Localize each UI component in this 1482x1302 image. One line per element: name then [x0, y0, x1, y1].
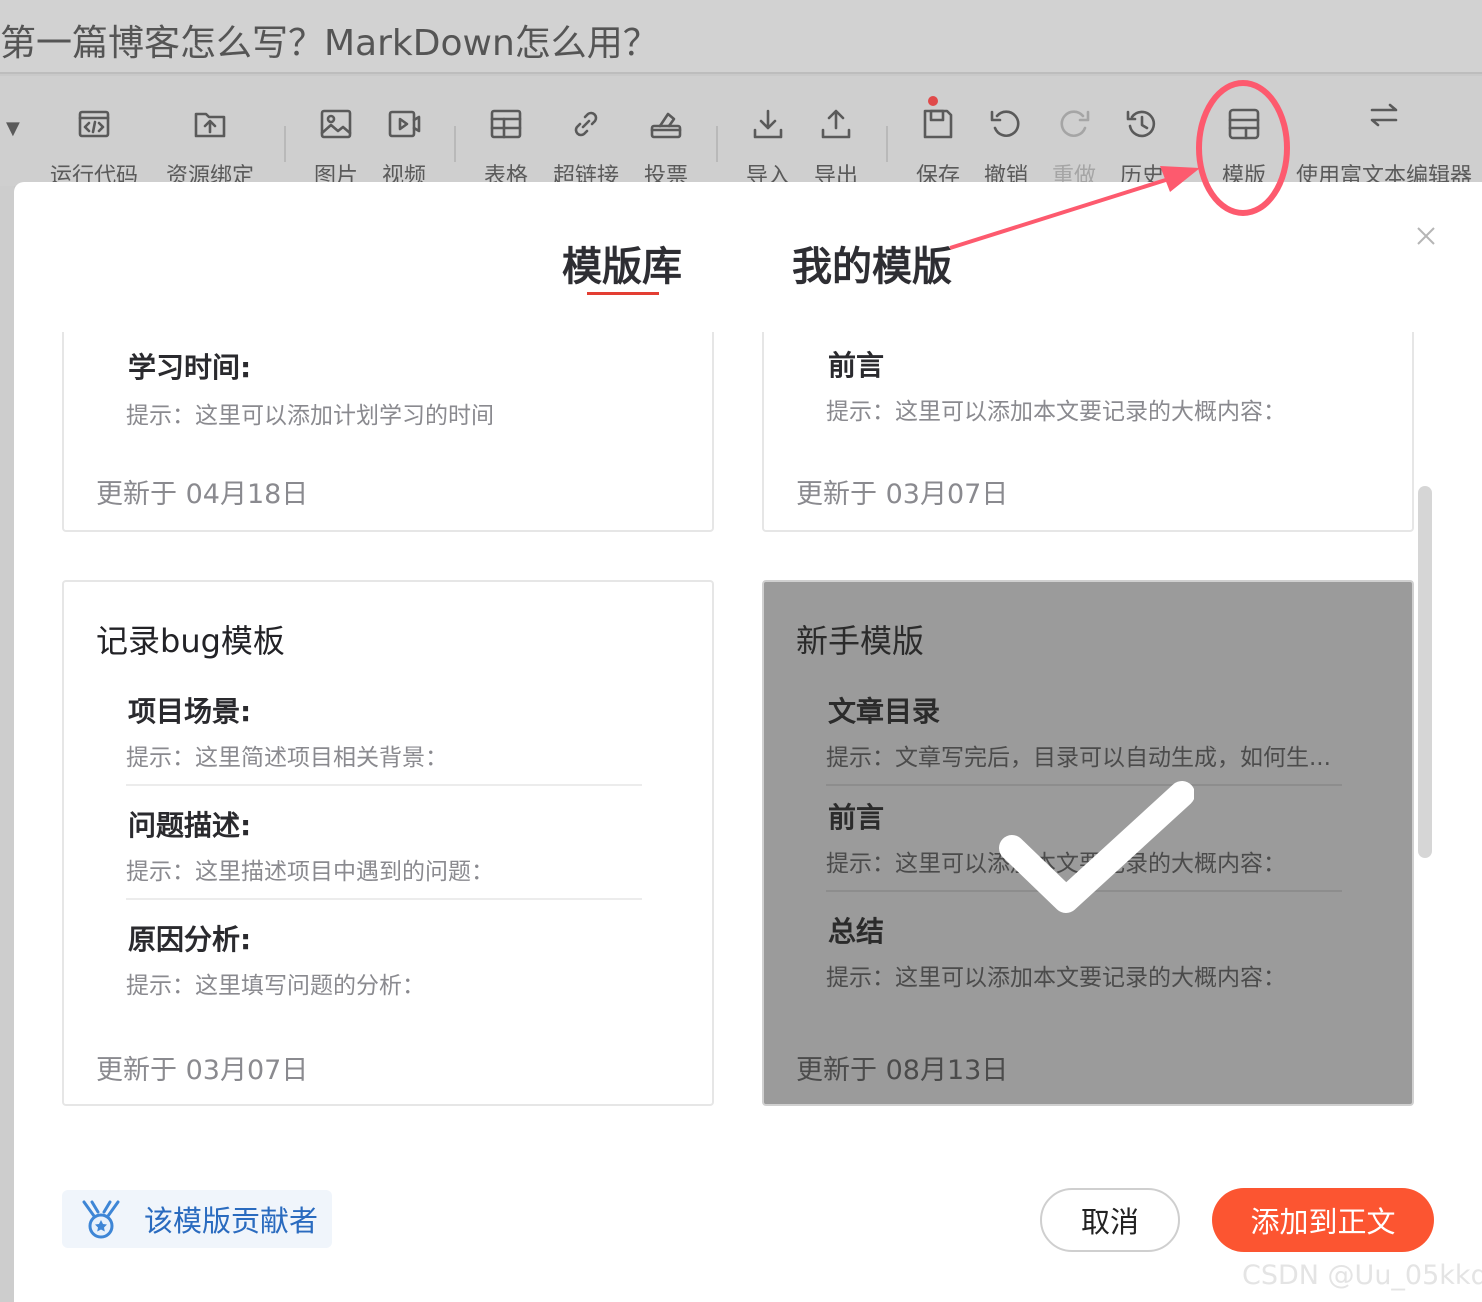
save-icon: [918, 96, 958, 144]
medal-icon: [82, 1200, 120, 1239]
video-icon: [384, 104, 424, 144]
vote-icon: [646, 104, 686, 144]
document-title[interactable]: 第一篇博客怎么写？MarkDown怎么用？: [0, 14, 659, 66]
section-heading: 问题描述:: [128, 809, 252, 842]
section-hint: 提示：这里可以添加本文要记录的大概内容：: [826, 399, 1286, 425]
toolbar-template[interactable]: 模版: [1194, 104, 1294, 190]
section-hint: 提示：这里描述项目中遇到的问题：: [126, 859, 494, 885]
card-updated-date: 更新于 04月18日: [96, 479, 309, 510]
section-divider: [126, 898, 642, 900]
template-card[interactable]: 前言 提示：这里可以添加本文要记录的大概内容： 更新于 03月07日: [762, 332, 1414, 532]
chevron-down-icon[interactable]: ▼: [6, 118, 20, 139]
section-heading: 原因分析:: [128, 923, 252, 956]
contributor-button[interactable]: 该模版贡献者: [62, 1190, 332, 1248]
checkmark-icon: [999, 781, 1194, 913]
card-updated-date: 更新于 03月07日: [96, 1055, 309, 1086]
section-hint: 提示：文章写完后，目录可以自动生成，如何生...: [826, 745, 1331, 771]
template-card[interactable]: 记录bug模板 项目场景: 提示：这里简述项目相关背景： 问题描述: 提示：这里…: [62, 580, 714, 1106]
section-heading: 文章目录: [828, 695, 941, 728]
scrollbar-thumb[interactable]: [1418, 486, 1432, 858]
switch-icon: [1364, 96, 1404, 136]
card-title: 新手模版: [796, 622, 925, 660]
image-icon: [316, 104, 356, 144]
undo-icon: [986, 104, 1026, 144]
template-card-selected[interactable]: 新手模版 文章目录 提示：文章写完后，目录可以自动生成，如何生... 前言 提示…: [762, 580, 1414, 1106]
section-divider: [126, 784, 642, 786]
section-heading: 总结: [828, 915, 885, 948]
active-tab-indicator: [587, 292, 659, 295]
toolbar-video[interactable]: 视频: [354, 104, 454, 190]
cancel-button[interactable]: 取消: [1040, 1188, 1180, 1252]
card-updated-date: 更新于 08月13日: [796, 1055, 1009, 1086]
toolbar-export[interactable]: 导出: [786, 104, 886, 190]
link-icon: [566, 104, 606, 144]
card-updated-date: 更新于 03月07日: [796, 479, 1009, 510]
toolbar-history[interactable]: 历史: [1092, 104, 1192, 190]
template-modal: 模版库 我的模版 学习时间: 提示：这里可以添加计划学习的时间 更新于 04月1…: [14, 182, 1482, 1302]
code-window-icon: [74, 104, 114, 144]
folder-upload-icon: [190, 104, 230, 144]
section-heading: 项目场景:: [128, 695, 252, 728]
toolbar-run-code[interactable]: 运行代码: [44, 104, 144, 190]
section-hint: 提示：这里可以添加计划学习的时间: [126, 403, 494, 429]
section-hint: 提示：这里填写问题的分析：: [126, 973, 425, 999]
section-heading: 学习时间:: [128, 351, 252, 384]
template-tabs: 模版库 我的模版: [14, 234, 1482, 304]
card-title: 记录bug模板: [96, 622, 285, 660]
watermark: CSDN @Uu_05kkq: [1242, 1260, 1482, 1291]
section-hint: 提示：这里简述项目相关背景：: [126, 745, 448, 771]
template-card[interactable]: 学习时间: 提示：这里可以添加计划学习的时间 更新于 04月18日: [62, 332, 714, 532]
toolbar-rich-text[interactable]: 使用富文本编辑器: [1284, 103, 1482, 190]
table-icon: [486, 104, 526, 144]
close-icon[interactable]: [1414, 224, 1438, 248]
toolbar-vote[interactable]: 投票: [616, 104, 716, 190]
redo-icon: [1054, 104, 1094, 144]
editor-title-bar: 第一篇博客怎么写？MarkDown怎么用？: [0, 0, 1482, 74]
contributor-label: 该模版贡献者: [144, 1204, 319, 1238]
add-to-body-button[interactable]: 添加到正文: [1212, 1188, 1434, 1252]
template-icon: [1224, 104, 1264, 144]
tab-template-library[interactable]: 模版库: [562, 234, 682, 292]
history-icon: [1122, 104, 1162, 144]
toolbar-resource-bind[interactable]: 资源绑定: [160, 104, 260, 190]
section-heading: 前言: [828, 349, 885, 382]
template-grid[interactable]: 学习时间: 提示：这里可以添加计划学习的时间 更新于 04月18日 前言 提示：…: [14, 332, 1454, 1192]
section-hint: 提示：这里可以添加本文要记录的大概内容：: [826, 965, 1286, 991]
export-icon: [816, 104, 856, 144]
editor-left-edge: [0, 186, 14, 1302]
unsaved-dot-icon: [928, 96, 938, 106]
tab-my-templates[interactable]: 我的模版: [792, 234, 952, 292]
import-icon: [748, 104, 788, 144]
section-heading: 前言: [828, 801, 885, 834]
editor-toolbar: ▼ 运行代码 资源绑定 图片 视频 表格 超链接 投票 导入 导出 保存 撤销 …: [0, 76, 1482, 189]
